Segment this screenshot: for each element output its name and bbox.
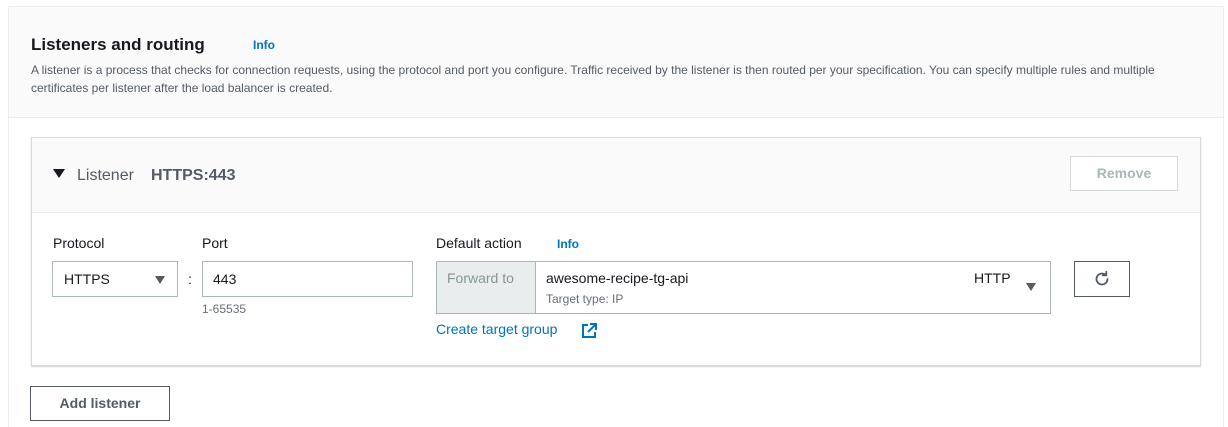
target-type-text: Target type: IP [546,292,624,306]
add-listener-button[interactable]: Add listener [30,386,170,421]
panel-header: Listeners and routing Info A listener is… [9,7,1223,118]
section-title: Listeners and routing [31,35,205,54]
target-protocol: HTTP [974,270,1011,286]
default-action-label: Default action [436,235,522,251]
protocol-label: Protocol [53,235,105,251]
dropdown-caret-icon [1026,283,1036,291]
protocol-port-separator: : [188,271,192,287]
forward-to-label: Forward to [447,270,514,286]
port-value: 443 [213,271,237,287]
external-link-icon[interactable] [580,322,598,340]
dropdown-caret-icon [155,276,165,284]
default-action-group: Forward to awesome-recipe-tg-api Target … [436,261,1051,314]
listener-value: HTTPS:443 [151,167,236,184]
listener-container: Listener HTTPS:443 Remove Protocol Port … [31,137,1201,366]
port-hint: 1-65535 [202,302,247,316]
refresh-icon [1095,270,1109,286]
default-action-info-link[interactable]: Info [557,237,579,251]
create-target-group-link[interactable]: Create target group [436,321,557,337]
remove-button[interactable]: Remove [1070,156,1178,191]
target-group-select[interactable]: awesome-recipe-tg-api Target type: IP HT… [537,262,1050,313]
target-group-name: awesome-recipe-tg-api [546,270,689,286]
protocol-selected-value: HTTPS [64,271,110,287]
forward-to-addon: Forward to [437,262,536,313]
port-input[interactable]: 443 [202,261,413,297]
refresh-button[interactable] [1074,261,1130,297]
caret-down-icon[interactable] [53,169,65,178]
listener-label: Listener [77,167,134,184]
protocol-select[interactable]: HTTPS [52,261,178,297]
listener-header: Listener HTTPS:443 Remove [32,138,1200,213]
section-description: A listener is a process that checks for … [31,63,1155,95]
listeners-routing-panel: Listeners and routing Info A listener is… [8,6,1224,427]
section-info-link[interactable]: Info [253,38,275,52]
port-label: Port [202,235,228,251]
